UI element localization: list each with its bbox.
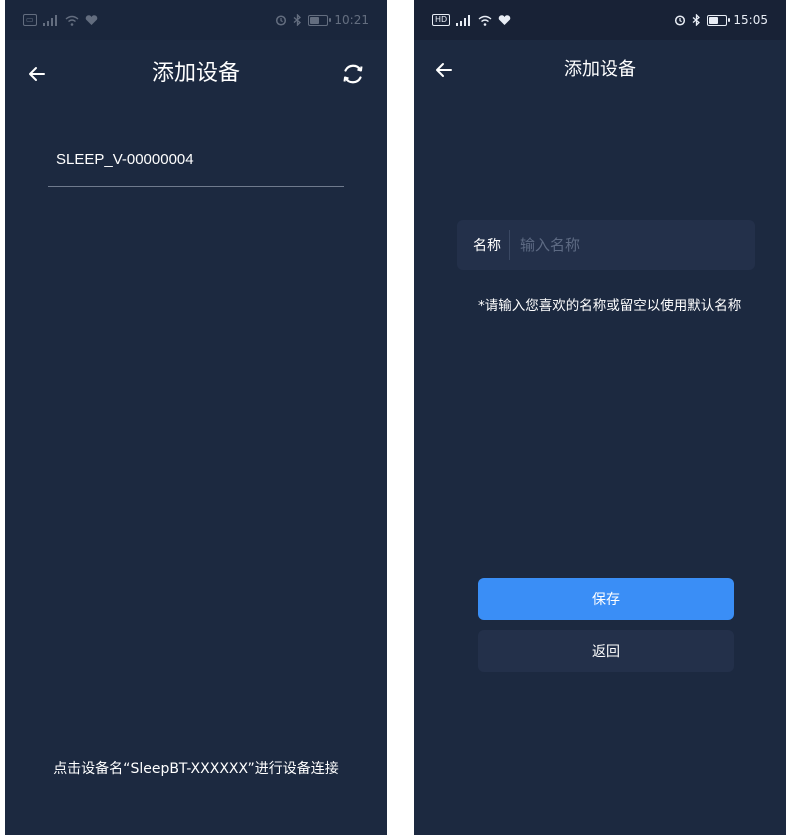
sim-card-icon: ▭: [23, 14, 37, 26]
battery-icon: [707, 14, 731, 26]
return-button[interactable]: 返回: [478, 630, 734, 672]
battery-level: [310, 16, 320, 24]
status-bar: HD 15:05: [414, 0, 786, 40]
refresh-icon: [343, 64, 363, 84]
alarm-icon: [675, 15, 686, 26]
device-list-item[interactable]: SLEEP_V-00000004: [48, 140, 344, 187]
signal-icon: [456, 14, 471, 26]
save-button[interactable]: 保存: [478, 578, 734, 620]
bluetooth-icon: [293, 14, 302, 26]
page-title: 添加设备: [564, 59, 636, 80]
name-field: 名称: [457, 219, 755, 271]
signal-icon: [42, 14, 57, 26]
hd-icon: HD: [432, 14, 451, 26]
name-field-label: 名称: [473, 238, 501, 254]
device-name: SLEEP_V-00000004: [56, 151, 194, 168]
wifi-icon: [65, 15, 79, 26]
refresh-button[interactable]: [335, 56, 371, 92]
battery-level: [709, 16, 719, 24]
connect-hint: 点击设备名“SleepBT-XXXXXX”进行设备连接: [53, 761, 339, 777]
status-time: 15:05: [733, 13, 768, 27]
status-bar: ▭ 10:21: [5, 0, 387, 40]
device-list-screen: ▭ 10:21 添加设备 SLEEP_V-00000004 点击设备名“Slee…: [5, 0, 387, 835]
page-title: 添加设备: [151, 61, 240, 86]
status-time: 10:21: [334, 13, 369, 27]
bluetooth-icon: [692, 14, 701, 26]
heartbeat-icon: [498, 14, 511, 25]
name-input[interactable]: [510, 219, 755, 271]
heartbeat-icon: [85, 14, 97, 25]
wifi-icon: [478, 15, 492, 26]
name-note: *请输入您喜欢的名称或留空以使用默认名称: [478, 298, 742, 314]
alarm-icon: [276, 15, 287, 26]
battery-icon: [308, 14, 332, 26]
name-device-screen: HD 15:05 添加设备 名称 *请输入您喜欢的名称或留空以使用默认名称 保存…: [414, 0, 786, 835]
